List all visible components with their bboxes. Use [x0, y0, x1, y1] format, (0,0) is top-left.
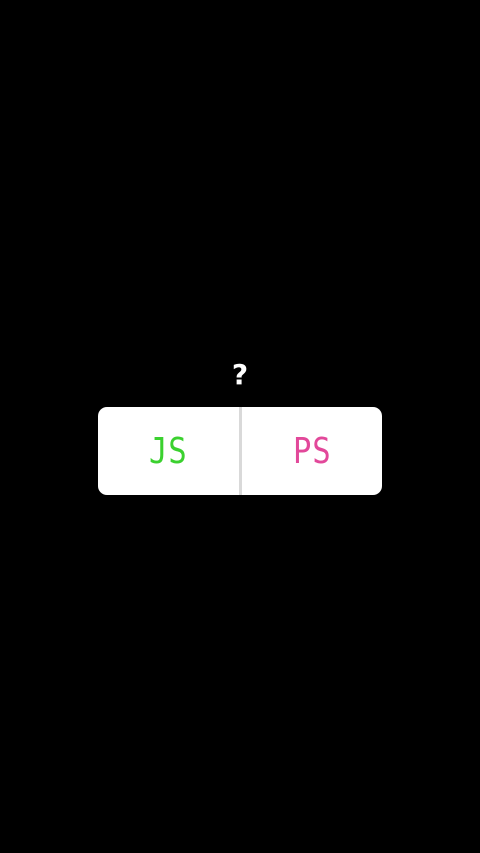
- poll-option-js[interactable]: JS: [109, 407, 228, 495]
- poll-divider: [238, 407, 242, 495]
- poll-sticker: JS PS: [98, 407, 382, 495]
- poll-option-ps[interactable]: PS: [252, 407, 371, 495]
- poll-question: ?: [231, 358, 249, 391]
